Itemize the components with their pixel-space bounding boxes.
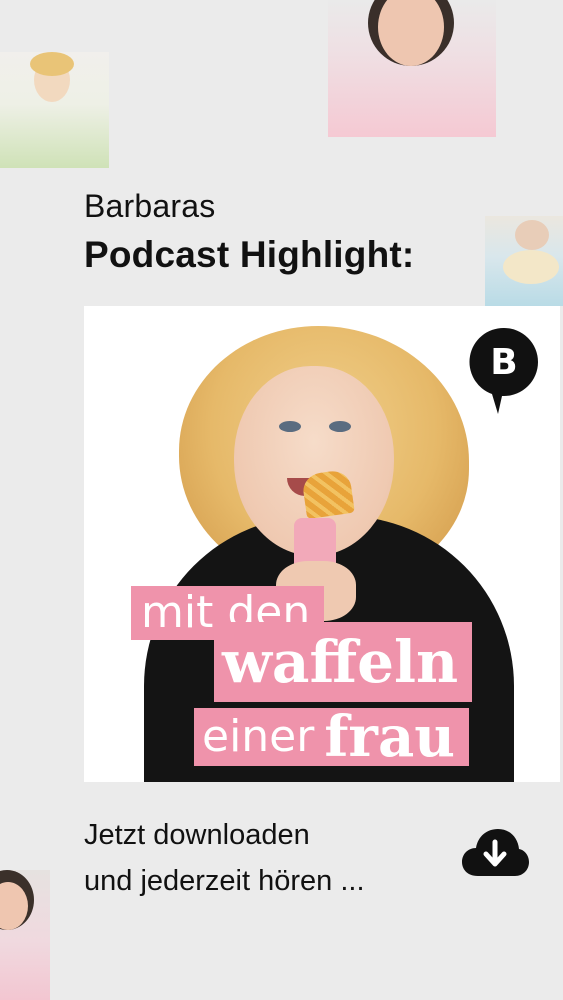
cover-photo-eye	[329, 421, 351, 432]
background-photo-tile	[0, 52, 109, 168]
brand-logo-b: B	[469, 327, 538, 414]
cover-title-line-3: einer frau	[194, 708, 469, 766]
cloud-download-icon[interactable]	[460, 826, 530, 878]
download-cta-text[interactable]: Jetzt downloaden und jederzeit hören ...	[84, 812, 365, 904]
cta-line-1: Jetzt downloaden	[84, 819, 310, 851]
cover-title-word-frau: frau	[324, 704, 455, 770]
page-title: Podcast Highlight:	[84, 234, 415, 275]
podcast-cover[interactable]: B mit den waffeln einer frau	[84, 306, 560, 782]
waffle-image	[301, 468, 355, 520]
header-line-1: Barbaras	[84, 188, 216, 224]
background-photo-tile	[0, 870, 50, 1000]
cta-line-2: und jederzeit hören ...	[84, 865, 365, 897]
cover-photo-eye	[279, 421, 301, 432]
background-photo-tile	[485, 216, 563, 306]
cover-title-word-einer: einer	[202, 711, 315, 762]
brand-logo-letter: B	[490, 342, 517, 383]
background-photo-tile	[328, 0, 496, 137]
cover-title-line-2: waffeln	[214, 622, 473, 702]
